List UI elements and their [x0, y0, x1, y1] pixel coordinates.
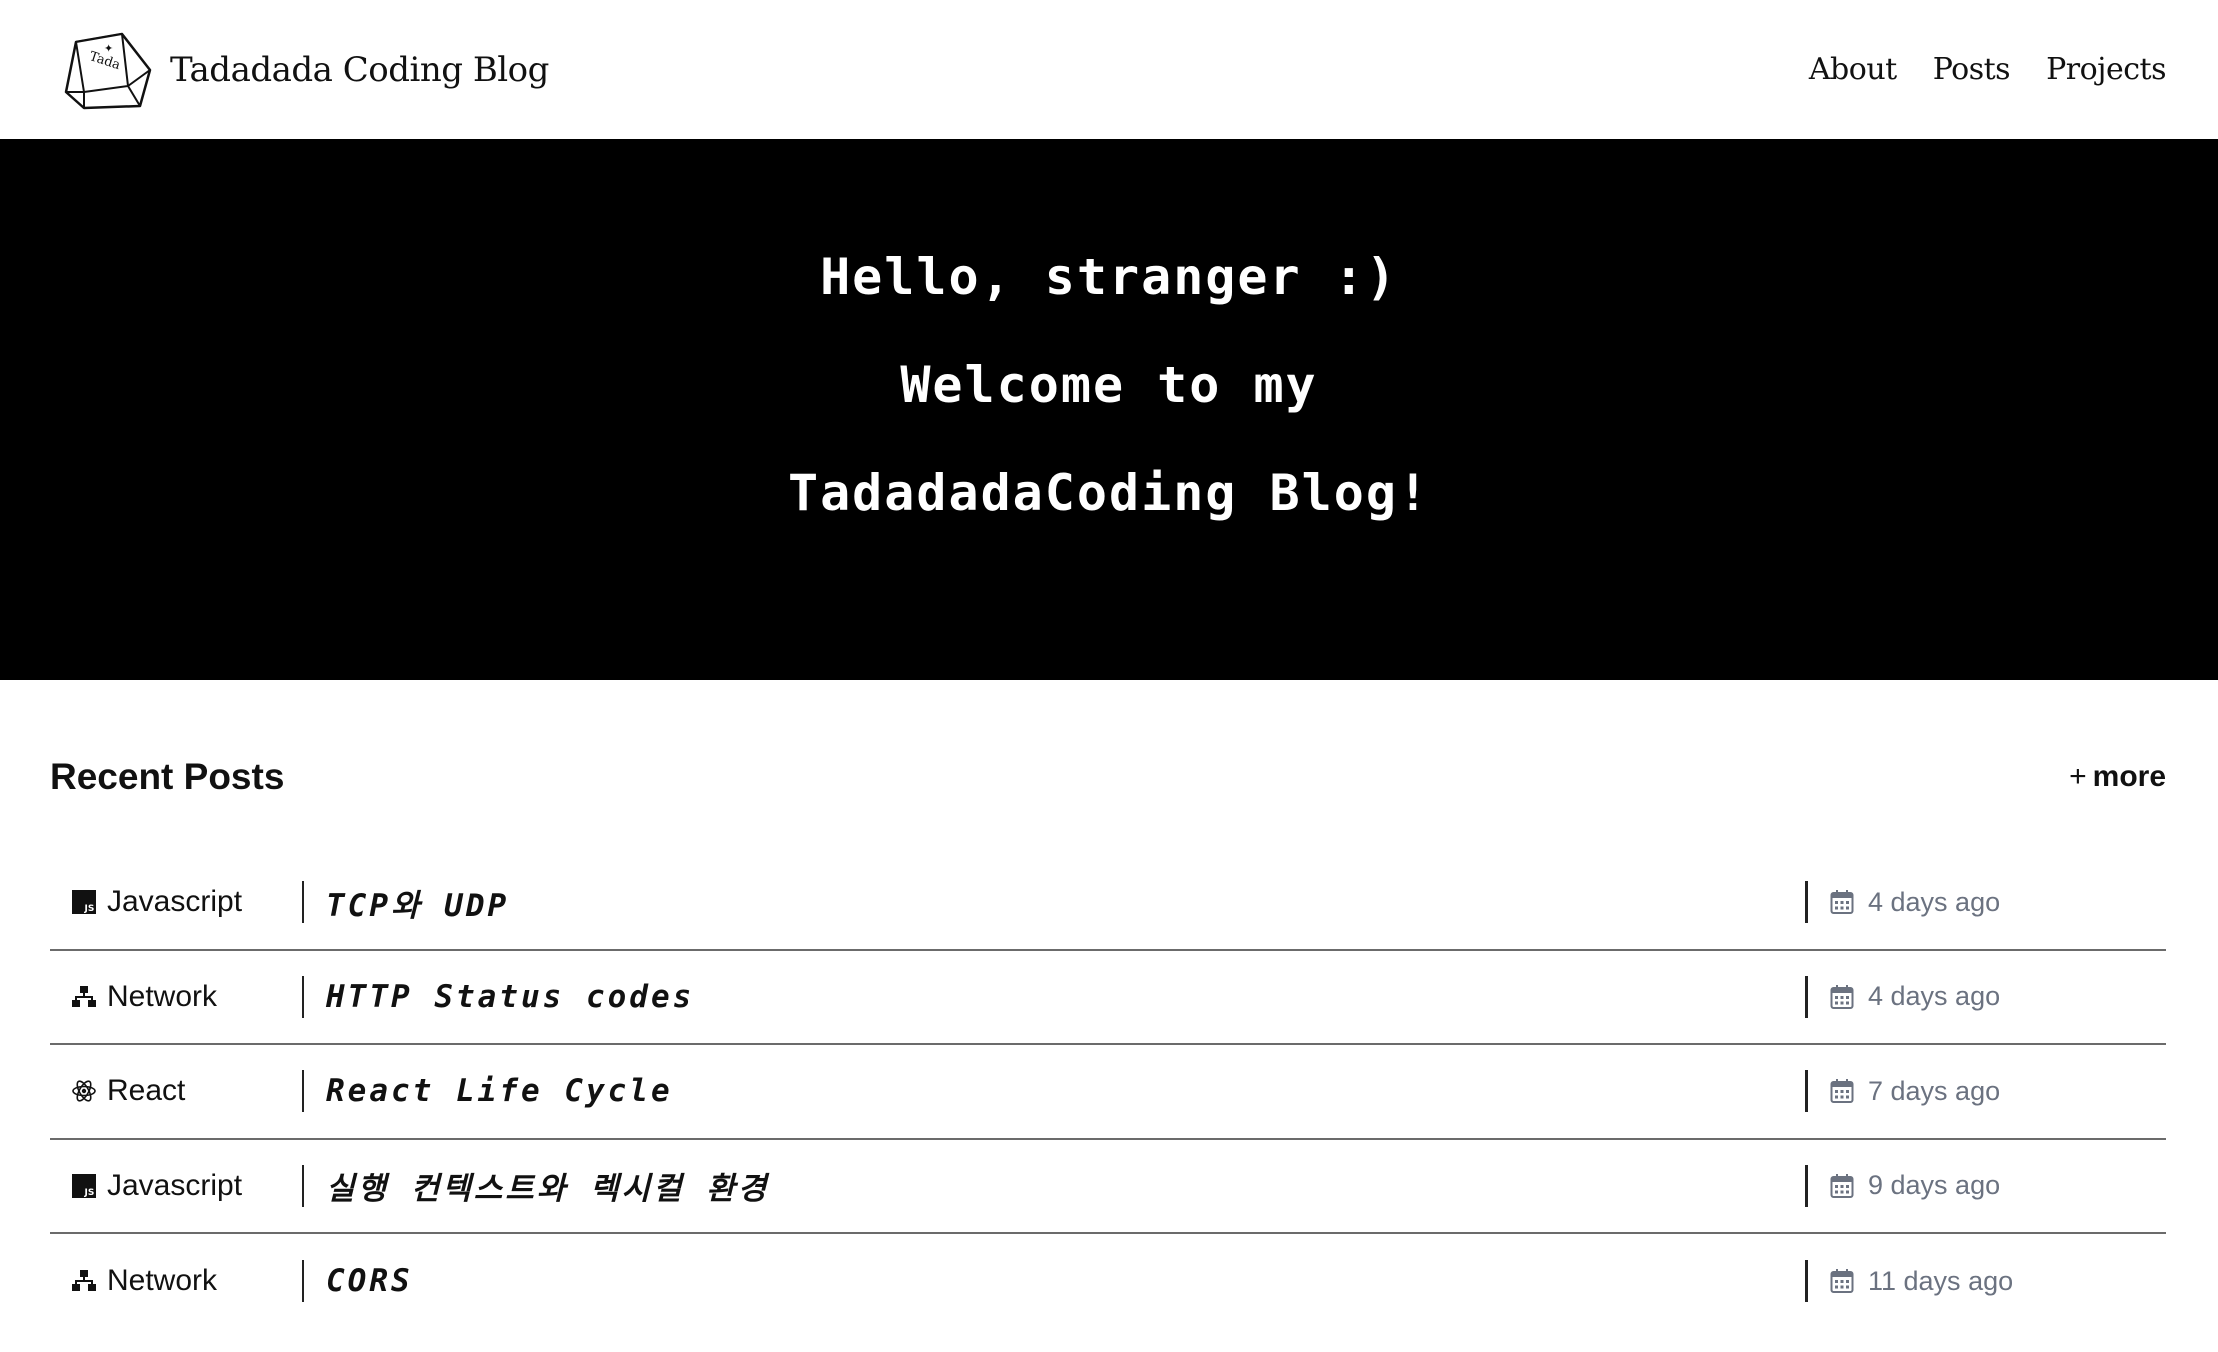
post-category[interactable]: Network	[50, 1260, 304, 1303]
post-title[interactable]: TCP와 UDP	[304, 881, 1805, 924]
post-date: 9 days ago	[1805, 1164, 2166, 1207]
post-date-text: 9 days ago	[1868, 1170, 2001, 1201]
recent-posts-header: Recent Posts + more	[50, 742, 2166, 812]
javascript-icon: JS	[71, 889, 97, 915]
hero-greeting: Hello, stranger :)	[820, 247, 1398, 306]
hero-blog-name: TadadadaCoding Blog!	[787, 463, 1431, 522]
post-list: JS Javascript TCP와 UDP 4 days ago Networ…	[50, 856, 2166, 1329]
calendar-icon	[1830, 1078, 1854, 1104]
calendar-icon	[1830, 1268, 1854, 1294]
post-row[interactable]: React React Life Cycle 7 days ago	[50, 1045, 2166, 1140]
brand-name: Tadadada Coding Blog	[170, 49, 549, 90]
svg-text:✦: ✦	[104, 42, 113, 55]
post-date: 7 days ago	[1805, 1070, 2166, 1113]
keyboard-key-logo-icon: Tada ✦	[64, 32, 152, 109]
calendar-icon	[1830, 1173, 1854, 1199]
site-header: Tada ✦ Tadadada Coding Blog About Posts …	[0, 0, 2218, 139]
network-icon	[71, 984, 97, 1010]
post-date: 11 days ago	[1805, 1260, 2166, 1303]
hero-banner: Hello, stranger :) Welcome to my Tadadad…	[0, 139, 2218, 680]
more-posts-link[interactable]: + more	[2069, 760, 2166, 794]
hero-welcome: Welcome to my	[900, 355, 1318, 414]
post-title[interactable]: React Life Cycle	[304, 1070, 1805, 1112]
category-label: React	[107, 1074, 186, 1108]
post-date-text: 4 days ago	[1868, 981, 2001, 1012]
svg-text:JS: JS	[84, 904, 95, 914]
post-title[interactable]: 실행 컨텍스트와 렉시컬 환경	[304, 1165, 1805, 1207]
more-label: more	[2092, 760, 2166, 793]
svg-text:JS: JS	[84, 1188, 95, 1198]
post-date: 4 days ago	[1805, 881, 2166, 924]
post-title[interactable]: HTTP Status codes	[304, 976, 1805, 1018]
javascript-icon: JS	[71, 1173, 97, 1199]
post-row[interactable]: Network HTTP Status codes 4 days ago	[50, 951, 2166, 1045]
post-row[interactable]: Network CORS 11 days ago	[50, 1234, 2166, 1329]
post-category[interactable]: Network	[50, 975, 304, 1018]
nav-posts[interactable]: Posts	[1933, 52, 2011, 87]
category-label: Javascript	[107, 885, 243, 919]
calendar-icon	[1830, 984, 1854, 1010]
recent-posts-title: Recent Posts	[50, 756, 285, 797]
post-date: 4 days ago	[1805, 975, 2166, 1018]
network-icon	[71, 1268, 97, 1294]
category-label: Network	[107, 1264, 218, 1298]
calendar-icon	[1830, 889, 1854, 915]
post-date-text: 4 days ago	[1868, 886, 2001, 917]
post-date-text: 11 days ago	[1868, 1265, 2014, 1296]
category-label: Network	[107, 979, 218, 1013]
post-title[interactable]: CORS	[304, 1260, 1805, 1302]
nav-projects[interactable]: Projects	[2046, 52, 2166, 87]
post-row[interactable]: JS Javascript TCP와 UDP 4 days ago	[50, 856, 2166, 951]
post-category[interactable]: JS Javascript	[50, 881, 304, 924]
post-row[interactable]: JS Javascript 실행 컨텍스트와 렉시컬 환경 9 days ago	[50, 1140, 2166, 1234]
post-category[interactable]: JS Javascript	[50, 1164, 304, 1207]
main-nav: About Posts Projects	[1809, 52, 2167, 87]
react-icon	[71, 1078, 97, 1104]
post-date-text: 7 days ago	[1868, 1075, 2001, 1106]
post-category[interactable]: React	[50, 1070, 304, 1113]
category-label: Javascript	[107, 1168, 243, 1202]
nav-about[interactable]: About	[1809, 52, 1897, 87]
plus-icon: +	[2069, 760, 2087, 793]
recent-posts-section: Recent Posts + more JS Javascript TCP와 UD…	[50, 742, 2166, 1329]
home-link[interactable]: Tada ✦ Tadadada Coding Blog	[62, 30, 549, 110]
